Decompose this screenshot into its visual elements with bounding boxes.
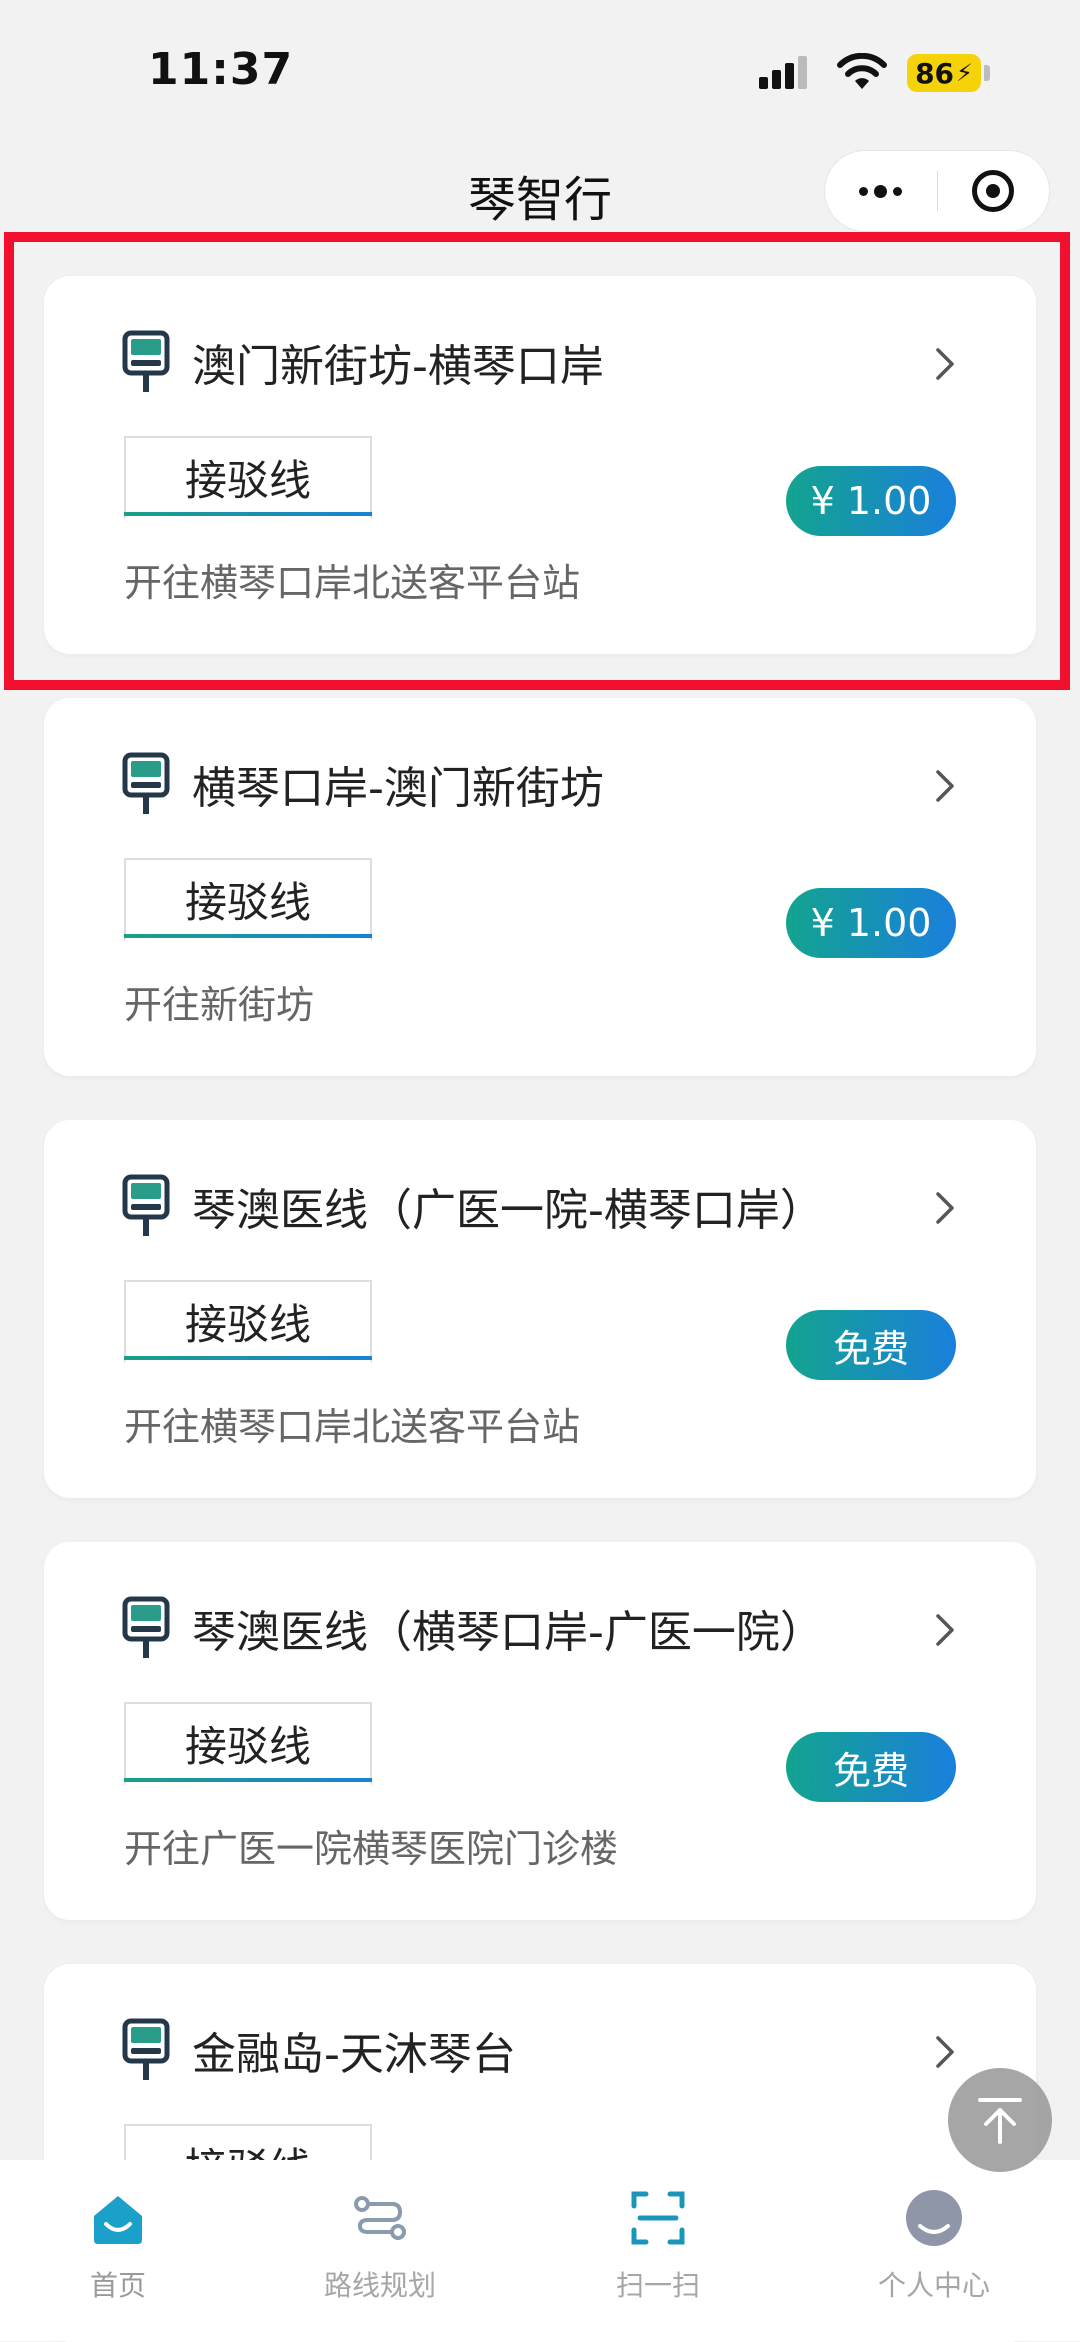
- status-time: 11:37: [148, 44, 294, 95]
- scan-icon: [631, 2191, 685, 2245]
- bus-stop-icon: [122, 752, 170, 814]
- tab-label: 个人中心: [877, 2269, 990, 2302]
- route-type-tag: 接驳线: [124, 858, 372, 942]
- tab-home[interactable]: 首页: [18, 2160, 218, 2341]
- fare-badge: ¥ 1.00: [786, 888, 956, 958]
- route-card[interactable]: 澳门新街坊-横琴口岸 接驳线 ¥ 1.00 开往横琴口岸北送客平台站: [44, 276, 1036, 654]
- status-icons: 86 ⚡: [757, 50, 990, 96]
- user-icon: [906, 2190, 962, 2246]
- route-title: 金融岛-天沐琴台: [192, 2029, 516, 2080]
- miniprogram-capsule: [824, 150, 1050, 232]
- bus-stop-icon: [122, 1174, 170, 1236]
- chevron-right-icon: [936, 348, 954, 380]
- route-card[interactable]: 琴澳医线（广医一院-横琴口岸） 接驳线 免费 开往横琴口岸北送客平台站: [44, 1120, 1036, 1498]
- cellular-signal-icon: [759, 56, 807, 89]
- route-title: 琴澳医线（横琴口岸-广医一院）: [192, 1607, 824, 1658]
- route-destination: 开往横琴口岸北送客平台站: [124, 1405, 581, 1449]
- fare-badge: 免费: [786, 1732, 956, 1802]
- more-button[interactable]: [825, 151, 937, 231]
- chevron-right-icon: [936, 1192, 954, 1224]
- route-type-tag: 接驳线: [124, 1702, 372, 1786]
- route-destination: 开往横琴口岸北送客平台站: [124, 561, 581, 605]
- wifi-icon: [837, 53, 887, 89]
- route-title: 琴澳医线（广医一院-横琴口岸）: [192, 1185, 824, 1236]
- tab-label: 扫一扫: [615, 2269, 700, 2302]
- route-destination: 开往新街坊: [124, 983, 315, 1027]
- status-bar: 11:37 86 ⚡: [0, 0, 1080, 140]
- battery-indicator: 86 ⚡: [907, 54, 990, 92]
- tab-route-planning[interactable]: 路线规划: [280, 2160, 480, 2341]
- close-miniprogram-button[interactable]: [938, 151, 1050, 231]
- home-icon: [94, 2196, 142, 2244]
- charging-bolt-icon: ⚡: [956, 59, 973, 87]
- nav-bar: 琴智行: [0, 150, 1080, 240]
- tab-profile[interactable]: 个人中心: [834, 2160, 1034, 2341]
- chevron-right-icon: [936, 770, 954, 802]
- route-destination: 开往广医一院横琴医院门诊楼: [124, 1827, 619, 1871]
- chevron-right-icon: [936, 1614, 954, 1646]
- route-title: 横琴口岸-澳门新街坊: [192, 763, 604, 814]
- tab-label: 首页: [89, 2269, 146, 2302]
- route-icon: [354, 2196, 406, 2240]
- more-dots-icon: [859, 184, 903, 198]
- bus-stop-icon: [122, 2018, 170, 2080]
- route-title: 澳门新街坊-横琴口岸: [192, 341, 604, 392]
- route-card[interactable]: 横琴口岸-澳门新街坊 接驳线 ¥ 1.00 开往新街坊: [44, 698, 1036, 1076]
- route-type-tag: 接驳线: [124, 1280, 372, 1364]
- tab-scan[interactable]: 扫一扫: [558, 2160, 758, 2341]
- back-to-top-button[interactable]: [948, 2068, 1052, 2172]
- route-card[interactable]: 琴澳医线（横琴口岸-广医一院） 接驳线 免费 开往广医一院横琴医院门诊楼: [44, 1542, 1036, 1920]
- battery-level: 86: [915, 56, 955, 90]
- chevron-right-icon: [936, 2036, 954, 2068]
- bus-stop-icon: [122, 1596, 170, 1658]
- arrow-up-icon: [978, 2098, 1022, 2144]
- route-type-tag: 接驳线: [124, 436, 372, 520]
- bus-stop-icon: [122, 330, 170, 392]
- tab-label: 路线规划: [323, 2269, 436, 2302]
- bottom-tab-bar: 首页 路线规划 扫一扫 个人中心: [0, 2160, 1080, 2341]
- fare-badge: 免费: [786, 1310, 956, 1380]
- fare-badge: ¥ 1.00: [786, 466, 956, 536]
- target-circle-icon: [972, 170, 1015, 212]
